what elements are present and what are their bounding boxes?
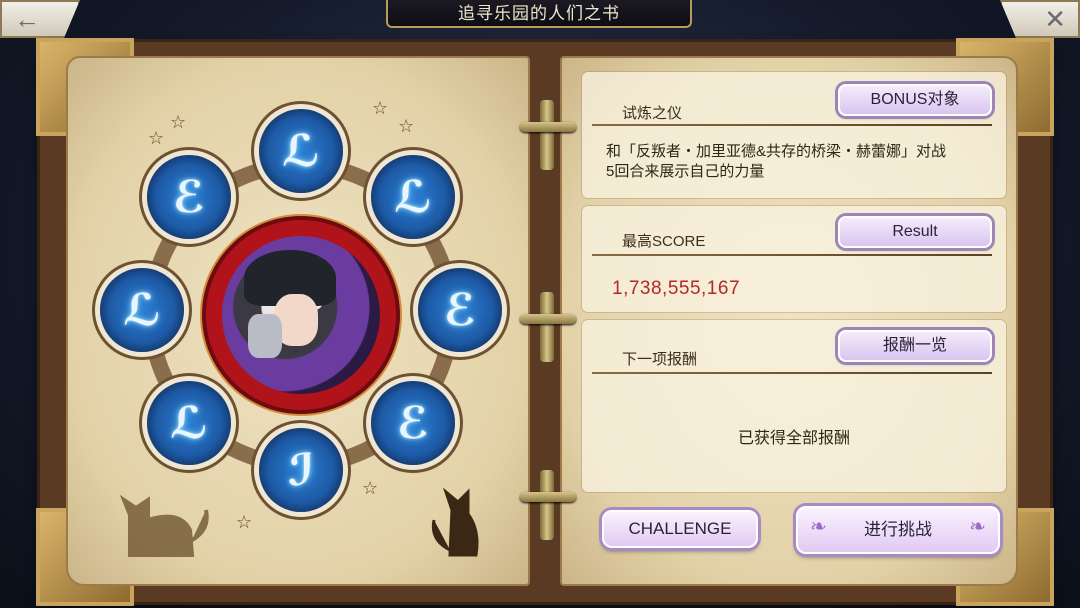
trial-description-line: 5回合来展示自己的力量: [606, 163, 765, 180]
score-title: 最高SCORE: [622, 233, 706, 250]
flourish-right-icon: ❧: [969, 516, 986, 538]
ring-binder: [520, 122, 576, 132]
medal-icon: ℰ: [418, 268, 502, 352]
trial-description: 和「反叛者・加里亚德&共存的桥梁・赫蕾娜」对战 5回合来展示自己的力量: [606, 142, 946, 182]
result-button[interactable]: Result: [838, 216, 992, 248]
arrow-left-icon: ←: [14, 3, 40, 34]
trial-description-line: 和「反叛者・加里亚德&共存的桥梁・赫蕾娜」对战: [606, 143, 947, 160]
ring-binder: [540, 100, 554, 170]
reward-list-button[interactable]: 报酬一览: [838, 330, 992, 362]
medal-icon: ℒ: [371, 155, 455, 239]
medal-emblem: ℒ ℒ ℰ ℰ ℐ ℒ ℒ ℰ: [98, 95, 504, 515]
start-challenge-button[interactable]: ❧ 进行挑战 ❧: [796, 506, 1000, 554]
ring-binder: [520, 314, 576, 324]
divider: [592, 372, 992, 374]
page-title: 追寻乐园的人们之书: [386, 0, 692, 28]
start-challenge-label: 进行挑战: [864, 520, 932, 539]
reward-title: 下一项报酬: [622, 351, 698, 368]
book-spine: [520, 60, 576, 580]
medal-icon: ℒ: [100, 268, 184, 352]
trial-section: 试炼之仪 BONUS对象 和「反叛者・加里亚德&共存的桥梁・赫蕾娜」对战 5回合…: [582, 72, 1006, 198]
medal-icon: ℒ: [259, 109, 343, 193]
character-portrait: [222, 236, 380, 394]
star-icon: ☆: [236, 512, 253, 532]
medal-icon: ℰ: [371, 381, 455, 465]
high-score-value: 1,738,555,167: [612, 278, 741, 299]
challenge-button[interactable]: CHALLENGE: [602, 510, 758, 548]
trial-title: 试炼之仪: [622, 105, 683, 122]
back-button[interactable]: ←: [0, 0, 80, 38]
close-icon: ✕: [1044, 3, 1066, 34]
score-section: 最高SCORE Result 1,738,555,167: [582, 206, 1006, 312]
divider: [592, 254, 992, 256]
medal-icon: ℒ: [147, 381, 231, 465]
bonus-target-button[interactable]: BONUS对象: [838, 84, 992, 116]
reward-status-text: 已获得全部报酬: [737, 430, 850, 447]
medal-icon: ℰ: [147, 155, 231, 239]
ring-binder: [540, 292, 554, 362]
portrait-hand: [248, 314, 282, 358]
ring-binder: [540, 470, 554, 540]
medal-icon: ℐ: [259, 428, 343, 512]
divider: [592, 124, 992, 126]
ring-binder: [520, 492, 576, 502]
reward-section: 下一项报酬 报酬一览 已获得全部报酬: [582, 320, 1006, 492]
flourish-left-icon: ❧: [810, 516, 827, 538]
close-button[interactable]: ✕: [1000, 0, 1080, 38]
